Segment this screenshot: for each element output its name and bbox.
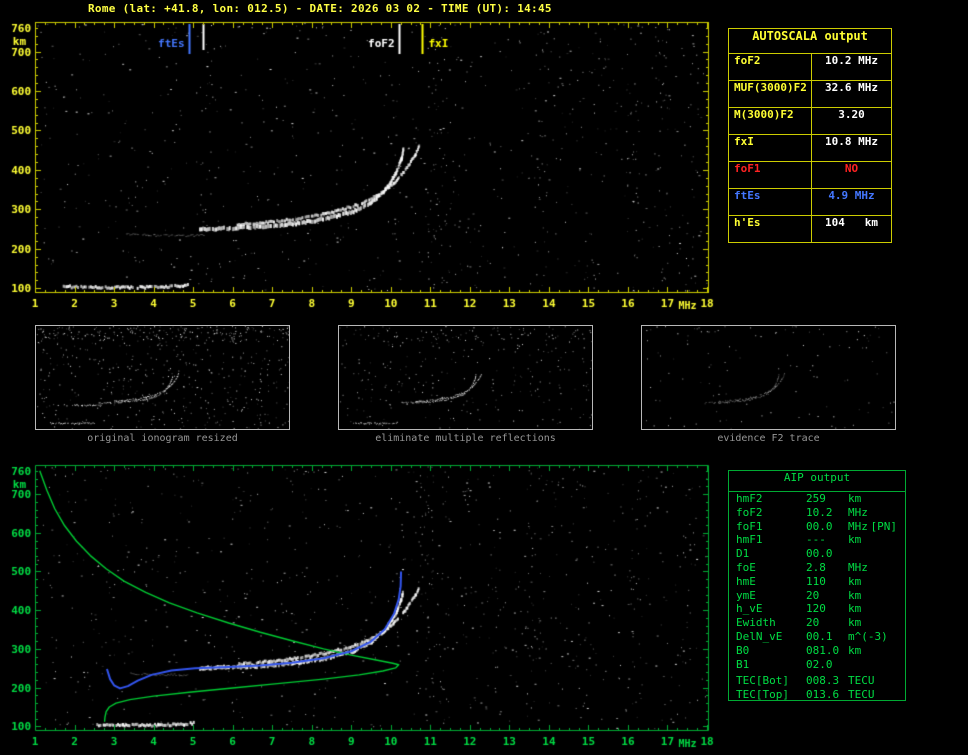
autoscala-row-label: ftEs <box>729 189 812 215</box>
main-ionogram-plot <box>0 14 724 316</box>
aip-param-unit: TECU <box>848 688 875 702</box>
autoscala-row-label: foF1 <box>729 162 812 188</box>
aip-param-value: 2.8 <box>806 560 826 574</box>
aip-param-unit: km <box>848 533 862 547</box>
thumbnail-original-ionogram <box>36 326 289 429</box>
aip-param-unit: km <box>848 602 862 616</box>
aip-output-panel: AIP output hmF2 259 km foF2 10.2 MHz foF1 00.0 M… <box>728 470 906 701</box>
thumbnail-caption-original: original ionogram resized <box>87 433 238 444</box>
aip-param-value: 02.0 <box>806 657 833 671</box>
autoscala-row: h'Es 104 km <box>729 216 891 242</box>
aip-param-unit: km <box>848 492 862 505</box>
aip-param-name: B1 <box>736 657 750 671</box>
aip-param-name: B0 <box>736 643 750 657</box>
thumbnail-f2-trace <box>642 326 895 429</box>
autoscala-row-value: 104 km <box>825 216 878 229</box>
autoscala-panel-title: AUTOSCALA output <box>729 29 891 54</box>
aip-param-value: 20 <box>806 588 820 602</box>
aip-param-unit: MHz <box>848 560 868 574</box>
aip-param-name: DelN_vE <box>736 629 783 643</box>
aip-param-name: D1 <box>736 547 750 561</box>
aip-param-value: 120 <box>806 602 826 616</box>
aip-param-unit: km <box>848 616 862 630</box>
aip-param-note: [PN] <box>870 519 898 533</box>
aip-row: hmF1 --- km <box>729 533 905 547</box>
aip-param-unit: TECU <box>848 674 875 688</box>
aip-param-value: 00.0 <box>806 547 833 561</box>
autoscala-row-value: NO <box>844 162 859 175</box>
aip-row: Ewidth 20 km <box>729 616 905 630</box>
autoscala-row-value: 10.8 MHz <box>825 135 878 148</box>
thumbnail-caption-f2trace: evidence F2 trace <box>717 433 820 444</box>
aip-param-unit: m^(-3) <box>848 629 888 643</box>
aip-param-value: 110 <box>806 574 826 588</box>
autoscala-row: fxI 10.8 MHz <box>729 135 891 162</box>
aip-param-value: 081.0 <box>806 643 840 657</box>
autoscala-row: M(3000)F2 3.20 <box>729 108 891 135</box>
aip-param-name: foF2 <box>736 505 763 519</box>
aip-row: B0 081.0 km <box>729 644 905 658</box>
autoscala-screen: Rome (lat: +41.8, lon: 012.5) - DATE: 20… <box>0 0 968 755</box>
aip-param-value: 00.0 <box>806 519 833 533</box>
aip-row: TEC[Bot] 008.3 TECU <box>729 674 905 688</box>
aip-param-name: h_vE <box>736 602 763 616</box>
thumbnail-panel-cleaned <box>338 325 593 430</box>
aip-param-name: TEC[Bot] <box>736 674 789 688</box>
aip-param-name: hmE <box>736 574 756 588</box>
aip-row: foF2 10.2 MHz <box>729 506 905 520</box>
autoscala-row: MUF(3000)F2 32.6 MHz <box>729 81 891 108</box>
aip-param-name: TEC[Top] <box>736 688 789 702</box>
aip-param-value: --- <box>806 533 826 547</box>
autoscala-row-value: 3.20 <box>838 108 865 121</box>
autoscala-output-panel: AUTOSCALA output foF2 10.2 MHz MUF(3000)F2… <box>728 28 892 243</box>
aip-param-name: foE <box>736 560 756 574</box>
autoscala-row-label: MUF(3000)F2 <box>729 81 812 107</box>
autoscala-row-value: 4.9 MHz <box>828 189 875 202</box>
aip-row: foE 2.8 MHz <box>729 561 905 575</box>
aip-row: h_vE 120 km <box>729 602 905 616</box>
aip-param-value: 10.2 <box>806 505 833 519</box>
aip-param-unit: MHz <box>848 519 868 533</box>
aip-param-name: ymE <box>736 588 756 602</box>
aip-panel-title: AIP output <box>729 471 905 492</box>
thumbnail-caption-cleaned: eliminate multiple reflections <box>375 433 556 444</box>
aip-param-value: 20 <box>806 616 820 630</box>
aip-param-unit: km <box>848 588 862 602</box>
aip-rows: hmF2 259 km foF2 10.2 MHz foF1 00.0 MHz [PN] hmF1-… <box>729 492 905 702</box>
aip-param-name: hmF1 <box>736 533 763 547</box>
aip-param-unit: km <box>848 574 862 588</box>
aip-row: foF1 00.0 MHz [PN] <box>729 520 905 534</box>
autoscala-row: ftEs 4.9 MHz <box>729 189 891 216</box>
autoscala-row-value: 32.6 MHz <box>825 81 878 94</box>
autoscala-row-label: h'Es <box>729 216 812 242</box>
aip-row: B1 02.0 <box>729 658 905 672</box>
autoscala-row-value: 10.2 MHz <box>825 54 878 67</box>
aip-param-value: 259 <box>806 492 826 505</box>
aip-row: ymE 20 km <box>729 589 905 603</box>
autoscala-row-label: M(3000)F2 <box>729 108 812 134</box>
aip-param-name: foF1 <box>736 519 763 533</box>
aip-param-value: 00.1 <box>806 629 833 643</box>
aip-param-value: 013.6 <box>806 688 840 702</box>
thumbnail-cleaned-ionogram <box>339 326 592 429</box>
aip-row: hmF2 259 km <box>729 492 905 506</box>
aip-row: D1 00.0 <box>729 547 905 561</box>
profile-ionogram-plot <box>0 458 724 755</box>
autoscala-rows: foF2 10.2 MHz MUF(3000)F2 32.6 MHz M(3000)F2… <box>729 54 891 242</box>
autoscala-row: foF1 NO <box>729 162 891 189</box>
aip-param-unit: km <box>848 643 862 657</box>
aip-param-value: 008.3 <box>806 674 840 688</box>
aip-param-name: Ewidth <box>736 616 776 630</box>
aip-row: hmE 110 km <box>729 575 905 589</box>
aip-param-name: hmF2 <box>736 492 763 505</box>
autoscala-row: foF2 10.2 MHz <box>729 54 891 81</box>
thumbnail-panel-f2trace <box>641 325 896 430</box>
autoscala-row-label: fxI <box>729 135 812 161</box>
aip-row: DelN_vE 00.1 m^(-3) <box>729 630 905 644</box>
aip-row: TEC[Top] 013.6 TECU <box>729 688 905 702</box>
thumbnail-panel-original <box>35 325 290 430</box>
autoscala-row-label: foF2 <box>729 54 812 80</box>
aip-param-unit: MHz <box>848 505 868 519</box>
